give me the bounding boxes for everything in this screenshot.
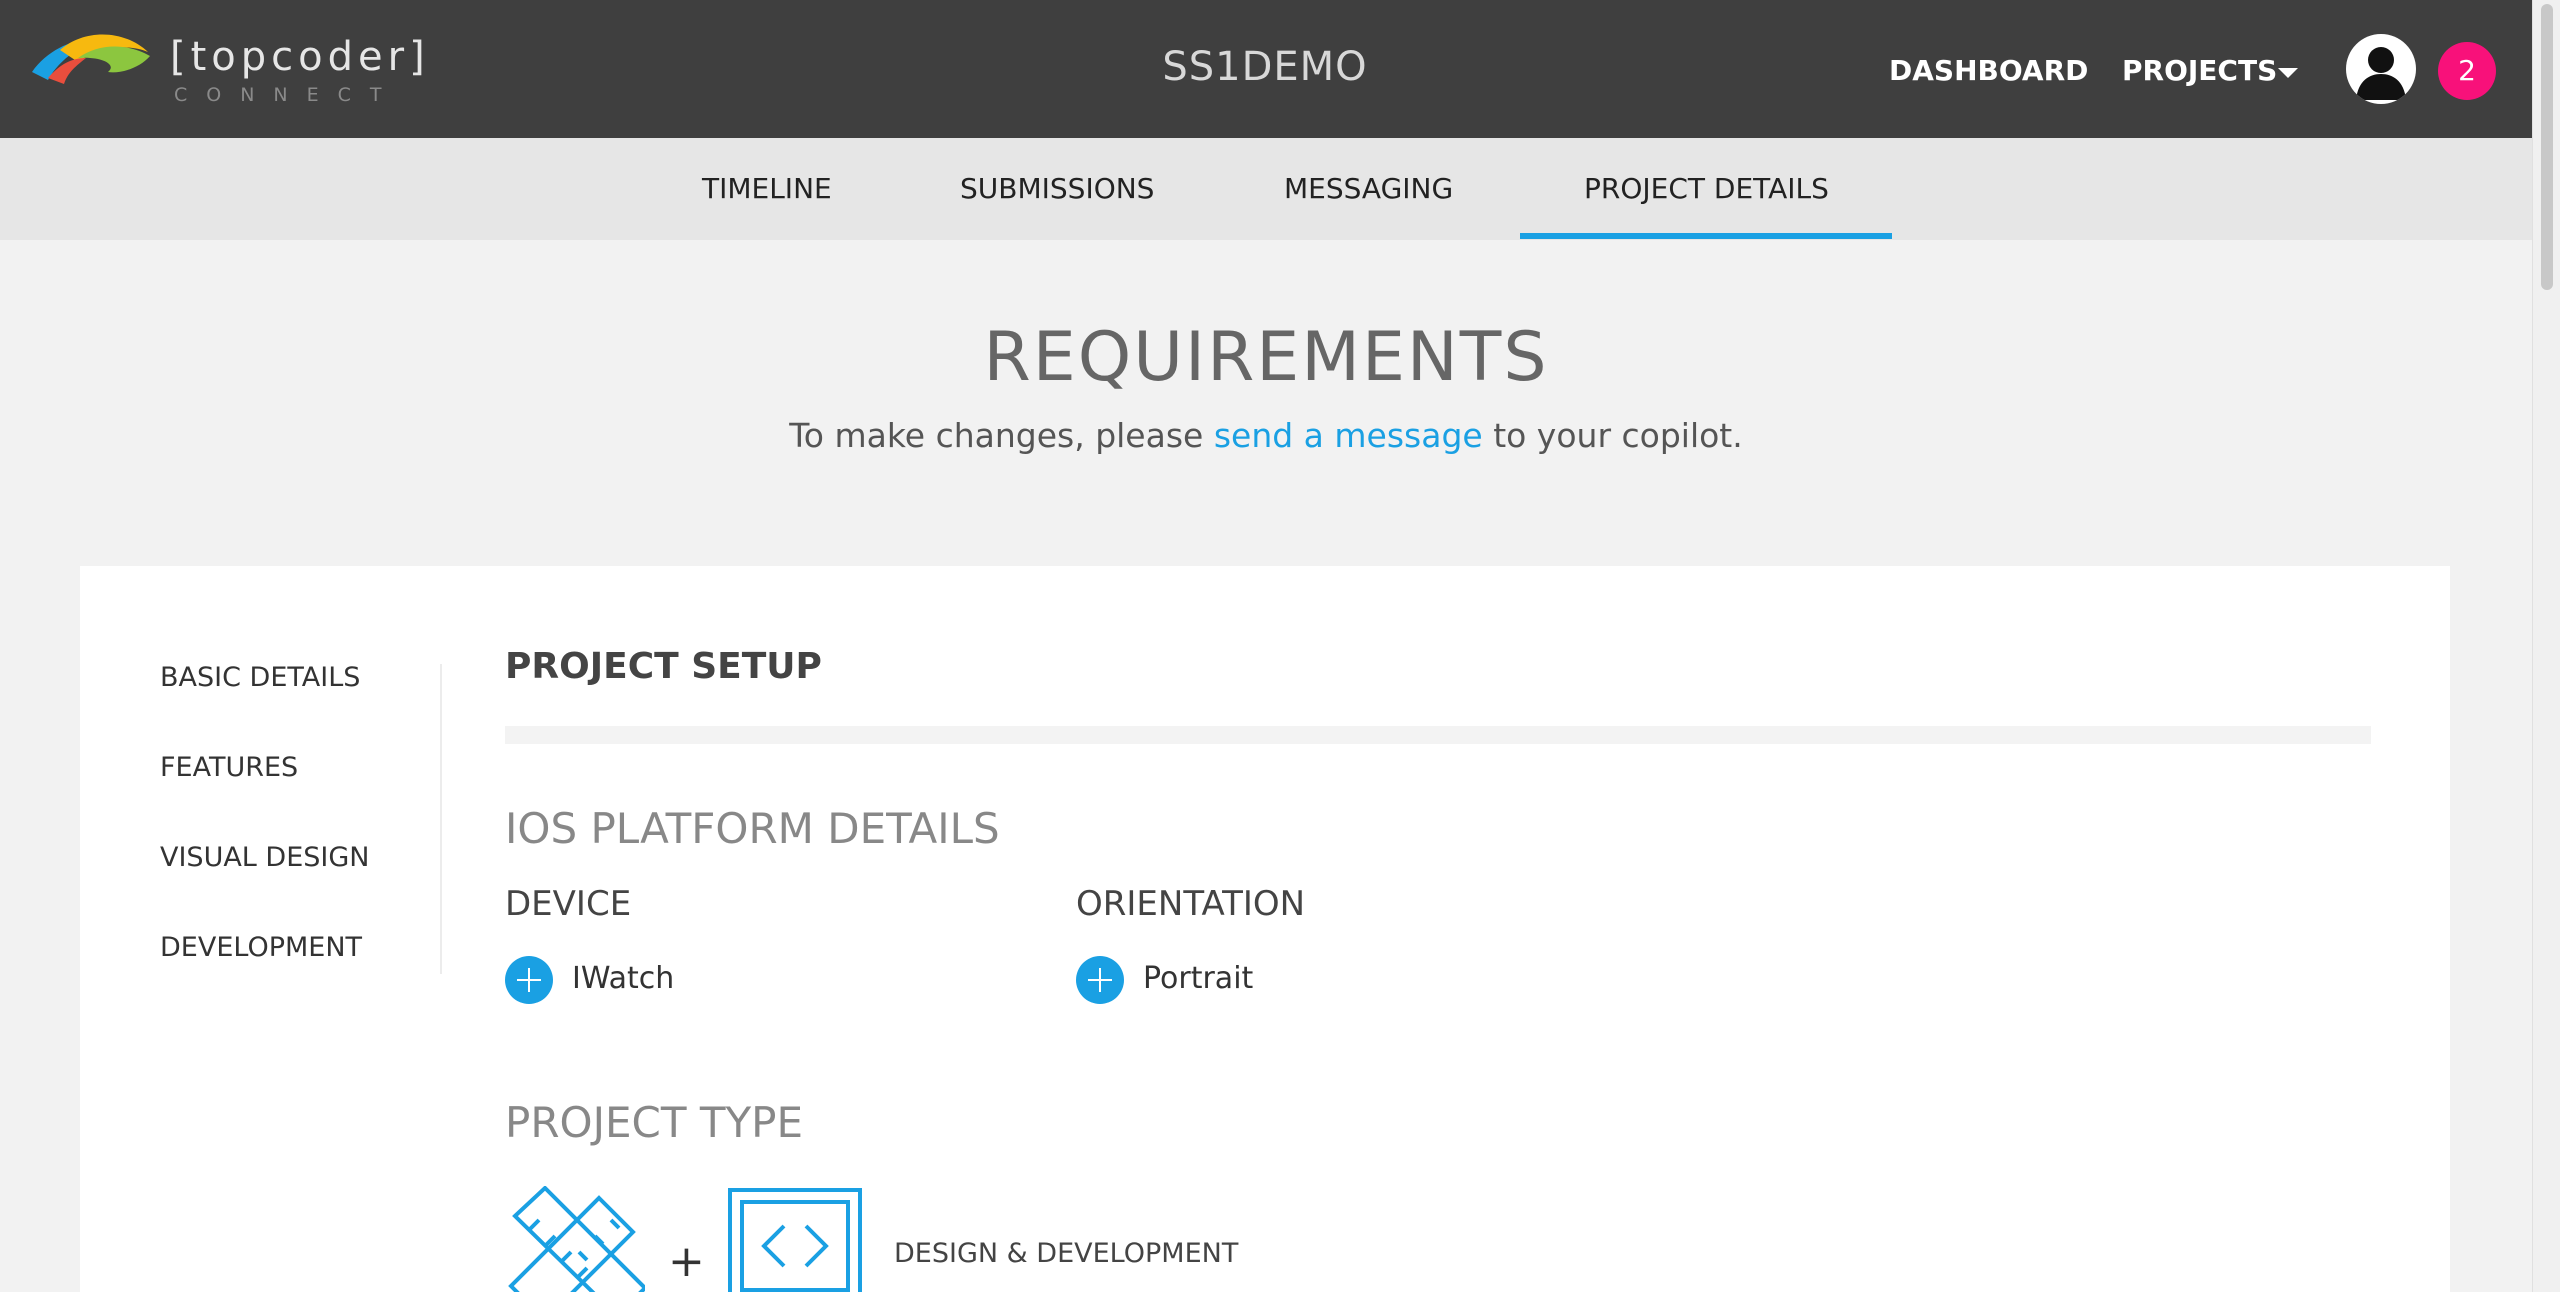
- active-tab-indicator: [1520, 233, 1892, 239]
- sidebar-item-visual-design[interactable]: VISUAL DESIGN: [160, 842, 370, 873]
- notification-badge[interactable]: 2: [2438, 42, 2496, 100]
- sidebar-item-features[interactable]: FEATURES: [160, 752, 298, 783]
- project-name-title: SS1DEMO: [1162, 44, 1368, 90]
- code-window-icon: [728, 1188, 862, 1292]
- platform-details-title: IOS PLATFORM DETAILS: [505, 804, 1000, 853]
- tab-submissions[interactable]: SUBMISSIONS: [960, 172, 1154, 205]
- requirements-sub-text-end: to your copilot.: [1482, 416, 1743, 455]
- tab-project-details[interactable]: PROJECT DETAILS: [1584, 172, 1829, 205]
- requirements-sub-text: To make changes, please: [789, 416, 1214, 455]
- user-avatar-icon: [2356, 47, 2406, 100]
- user-avatar[interactable]: [2346, 34, 2416, 104]
- send-message-link[interactable]: send a message: [1214, 416, 1483, 455]
- logo-wordmark: [topcoder]: [170, 34, 430, 80]
- sidebar-divider: [440, 664, 442, 974]
- requirements-subtitle: To make changes, please send a message t…: [0, 416, 2532, 455]
- page-scrollbar[interactable]: [2532, 0, 2560, 1292]
- topcoder-connect-logo[interactable]: [topcoder] CONNECT: [30, 28, 425, 112]
- section-progress-bar: [505, 726, 2371, 744]
- nav-dashboard-link[interactable]: DASHBOARD: [1889, 54, 2088, 87]
- chevron-down-icon[interactable]: [2278, 68, 2298, 78]
- topcoder-logo-icon: [32, 34, 150, 84]
- device-value: IWatch: [572, 961, 675, 996]
- sidebar-item-development[interactable]: DEVELOPMENT: [160, 932, 362, 963]
- scrollbar-thumb[interactable]: [2541, 4, 2553, 290]
- tab-messaging[interactable]: MESSAGING: [1284, 172, 1453, 205]
- project-tab-bar: TIMELINE SUBMISSIONS MESSAGING PROJECT D…: [0, 138, 2532, 240]
- device-label: DEVICE: [505, 884, 632, 924]
- plus-circle-icon: [505, 956, 553, 1004]
- project-type-plus: +: [668, 1236, 705, 1287]
- design-tools-icon: [508, 1186, 645, 1292]
- plus-circle-icon: [1076, 956, 1124, 1004]
- section-title-project-setup: PROJECT SETUP: [505, 646, 822, 687]
- orientation-value: Portrait: [1143, 961, 1254, 996]
- nav-projects-dropdown[interactable]: PROJECTS: [2122, 54, 2277, 87]
- sidebar-item-basic-details[interactable]: BASIC DETAILS: [160, 662, 360, 693]
- top-navigation-bar: [topcoder] CONNECT SS1DEMO DASHBOARD PRO…: [0, 0, 2532, 138]
- orientation-label: ORIENTATION: [1076, 884, 1306, 924]
- project-type-title: PROJECT TYPE: [505, 1098, 803, 1147]
- requirements-card: BASIC DETAILS FEATURES VISUAL DESIGN DEV…: [80, 566, 2450, 1292]
- tab-timeline[interactable]: TIMELINE: [702, 172, 832, 205]
- project-type-label: DESIGN & DEVELOPMENT: [894, 1238, 1239, 1269]
- requirements-heading: REQUIREMENTS: [983, 318, 1549, 397]
- logo-subtitle: CONNECT: [174, 84, 401, 106]
